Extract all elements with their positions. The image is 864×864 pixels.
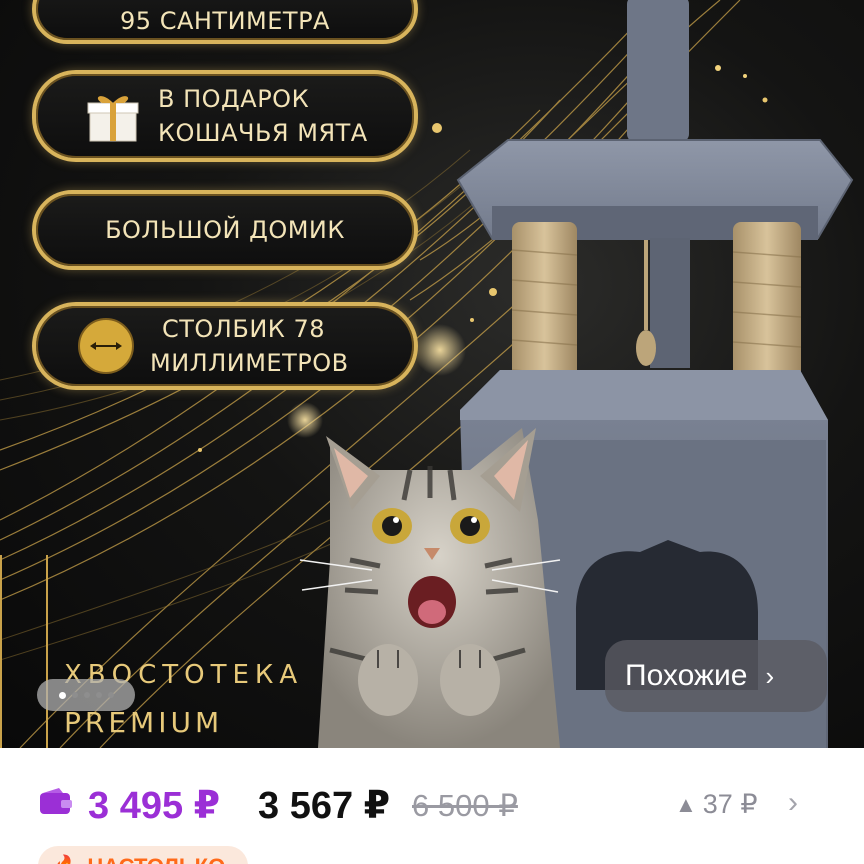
feature-house-label: БОЛЬШОЙ ДОМИК bbox=[105, 216, 345, 244]
pagination-dot[interactable] bbox=[107, 692, 114, 698]
price-details-chevron-icon[interactable]: › bbox=[788, 786, 798, 820]
pagination-dot[interactable] bbox=[71, 692, 78, 698]
chevron-right-icon: › bbox=[765, 660, 775, 691]
pagination-dot-active[interactable] bbox=[58, 691, 66, 699]
price-change-value: 37 ₽ bbox=[702, 789, 758, 819]
wallet-icon bbox=[40, 788, 72, 814]
pagination-dot[interactable] bbox=[83, 692, 90, 698]
center-pole bbox=[627, 0, 689, 142]
cat-photo bbox=[299, 428, 561, 748]
promo-badge-label: НАСТОЛЬКО bbox=[87, 854, 225, 864]
diameter-icon bbox=[78, 318, 134, 374]
gold-frame-line bbox=[0, 555, 6, 748]
pagination-dot[interactable] bbox=[95, 692, 102, 698]
triangle-up-icon: ▲ bbox=[675, 791, 697, 817]
similar-items-button[interactable]: Похожие › bbox=[605, 640, 827, 712]
promo-badge[interactable]: 🔥 НАСТОЛЬКО bbox=[38, 846, 248, 864]
price-change[interactable]: ▲ 37 ₽ bbox=[675, 789, 758, 820]
product-image-gallery[interactable]: 95 САНТИМЕТРА В ПОДАРОК КОШАЧЬЯ МЯТА БОЛ… bbox=[0, 0, 864, 748]
product-page: 95 САНТИМЕТРА В ПОДАРОК КОШАЧЬЯ МЯТА БОЛ… bbox=[0, 0, 864, 864]
wallet-price: 3 495 ₽ bbox=[88, 785, 221, 827]
feature-height-badge: 95 САНТИМЕТРА bbox=[32, 0, 418, 44]
old-price: 6 500 ₽ bbox=[412, 788, 518, 823]
similar-items-label: Похожие bbox=[625, 659, 748, 692]
feature-post-line2: МИЛЛИМЕТРОВ bbox=[150, 349, 349, 377]
feature-post-badge: СТОЛБИК 78 МИЛЛИМЕТРОВ bbox=[32, 302, 418, 390]
feature-post-line1: СТОЛБИК 78 bbox=[162, 315, 325, 343]
gold-frame-line bbox=[46, 555, 48, 748]
feature-gift-badge: В ПОДАРОК КОШАЧЬЯ МЯТА bbox=[32, 70, 418, 162]
feature-height-label: 95 САНТИМЕТРА bbox=[120, 7, 330, 35]
gift-icon bbox=[87, 96, 139, 142]
fire-icon: 🔥 bbox=[52, 854, 79, 864]
feature-gift-line2: КОШАЧЬЯ МЯТА bbox=[158, 119, 368, 147]
gallery-pagination[interactable] bbox=[37, 679, 135, 711]
feature-gift-line1: В ПОДАРОК bbox=[158, 85, 310, 113]
feature-house-badge: БОЛЬШОЙ ДОМИК bbox=[32, 190, 418, 270]
regular-price: 3 567 ₽ bbox=[258, 785, 391, 827]
